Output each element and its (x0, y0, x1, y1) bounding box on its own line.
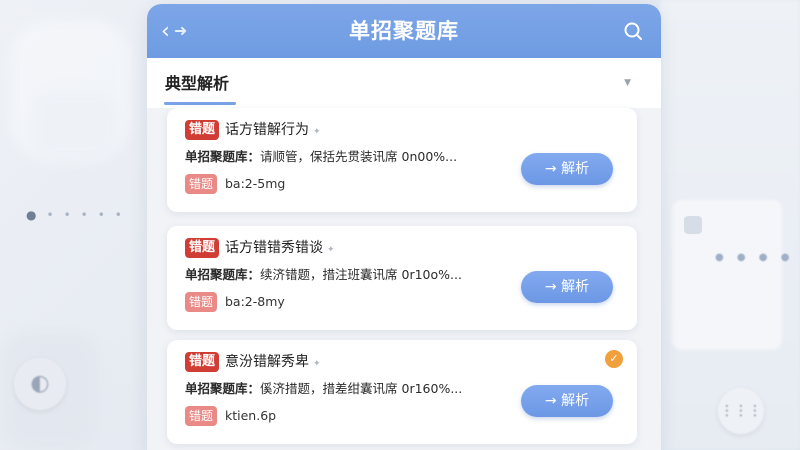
section-header: 典型解析 ▼ (147, 58, 661, 108)
page-title: 单招聚题库 (349, 19, 459, 43)
error-tag: 错题 (185, 406, 218, 426)
error-badge: 错题 (185, 120, 220, 140)
checkmark-icon[interactable]: ✓ (605, 350, 623, 368)
card-description: 单招聚题库：请顺管，保括先贯装讯席 0n00%... (185, 149, 458, 164)
question-list: 错题 话方错解行为 ✦ 单招聚题库：请顺管，保括先贯装讯席 0n00%... 错题… (147, 108, 661, 450)
error-tag: 错题 (185, 292, 218, 312)
grid-icon (684, 216, 702, 234)
search-icon[interactable] (623, 21, 643, 41)
error-tag: 错题 (185, 174, 218, 194)
analyze-button[interactable]: → 解析 (521, 385, 613, 417)
card-code: ba:2-8my (225, 294, 285, 309)
app-header: ‹ ➜ 单招聚题库 (147, 4, 661, 58)
section-title: 典型解析 (165, 74, 230, 93)
analyze-button[interactable]: → 解析 (521, 153, 613, 185)
question-card[interactable]: 错题 话方错错秀错谈 ✦ 单招聚题库：续济错题，措注班囊讯席 0r10o%... … (167, 226, 637, 330)
question-card[interactable]: 错题 话方错解行为 ✦ 单招聚题库：请顺管，保括先贯装讯席 0n00%... 错题… (167, 108, 637, 212)
card-code: ktien.6p (225, 408, 277, 423)
card-description: 单招聚题库：傒济措题，措差绀囊讯席 0r160%... (185, 381, 463, 396)
sparkle-icon: ✦ (327, 245, 335, 255)
main-panel: ‹ ➜ 单招聚题库 典型解析 ▼ 错题 话方错解行为 ✦ 单招聚题库：请顺管，保括先… (147, 4, 661, 450)
error-badge: 错题 (185, 352, 220, 372)
sparkle-icon: ✦ (313, 127, 321, 137)
card-title: 话方错解行为 ✦ (225, 122, 321, 138)
card-description: 单招聚题库：续济错题，措注班囊讯席 0r10o%... (185, 267, 462, 282)
section-underline (164, 102, 236, 105)
chevron-down-icon[interactable]: ▼ (624, 78, 631, 88)
page-indicator-dots: ●••••• (26, 208, 132, 222)
sparkle-icon: ✦ (313, 359, 321, 369)
dots-decoration: ● ● ● ● (715, 252, 795, 263)
more-dots-icon: ⋮⋮⋮ (718, 388, 764, 434)
card-title: 意汾错解秀卑 ✦ (225, 354, 321, 370)
error-badge: 错题 (185, 238, 220, 258)
analyze-button[interactable]: → 解析 (521, 271, 613, 303)
card-code: ba:2-5mg (225, 176, 286, 191)
question-card[interactable]: 错题 意汾错解秀卑 ✦ 单招聚题库：傒济措题，措差绀囊讯席 0r160%... 错… (167, 340, 637, 444)
card-title: 话方错错秀错谈 ✦ (225, 240, 335, 256)
app-logo-icon: ◐ (14, 358, 66, 410)
background-decoration (30, 90, 120, 160)
